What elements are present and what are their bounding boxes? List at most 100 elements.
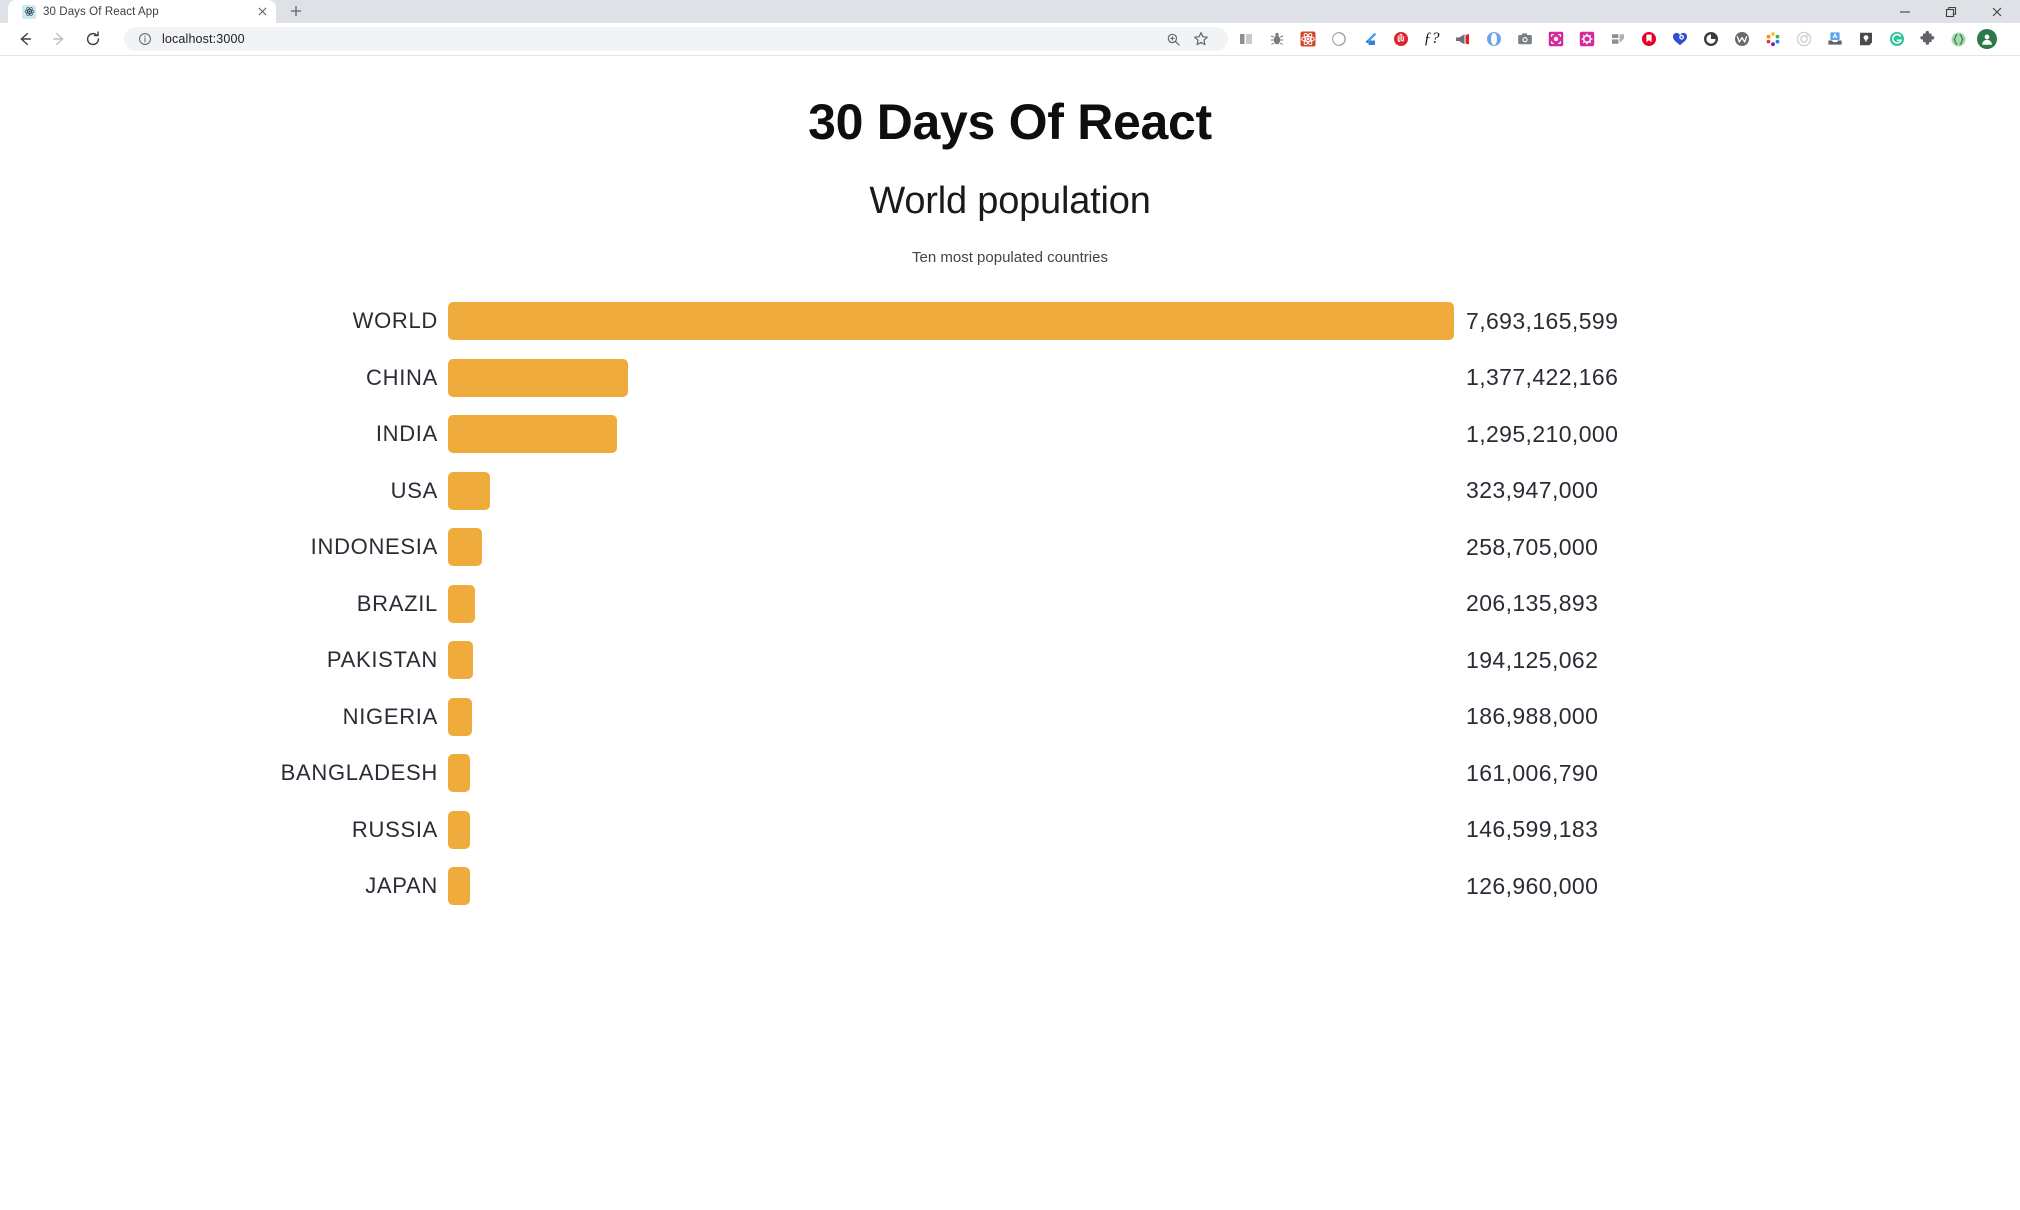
ghostery-icon[interactable] [1695, 25, 1726, 53]
chart-row-label: BANGLADESH [240, 760, 448, 786]
tab-strip: 30 Days Of React App [0, 0, 2020, 23]
browser-toolbar: localhost:3000 [0, 23, 2020, 56]
chart-row-value: 1,295,210,000 [1466, 421, 1618, 448]
split-screen-icon[interactable] [1230, 25, 1261, 53]
chart-row-label: INDIA [240, 421, 448, 447]
chart-row: BANGLADESH 161,006,790 [0, 745, 2020, 802]
star-icon[interactable] [1187, 25, 1214, 53]
chart-bar [448, 302, 1454, 340]
close-window-icon[interactable] [1974, 0, 2020, 23]
chart-bar [448, 359, 628, 397]
wappalyzer-icon[interactable] [1726, 25, 1757, 53]
chart-bar [448, 641, 473, 679]
chart-row-label: BRAZIL [240, 591, 448, 617]
camera-icon[interactable] [1509, 25, 1540, 53]
chart-bar [448, 698, 472, 736]
chart-row-value: 161,006,790 [1466, 760, 1598, 787]
circle-arrow-icon[interactable] [1323, 25, 1354, 53]
chart-row-label: JAPAN [240, 873, 448, 899]
chart-row-label: CHINA [240, 365, 448, 391]
font-download-icon[interactable] [1819, 25, 1850, 53]
chart-row-value: 323,947,000 [1466, 477, 1598, 504]
chart-row: NIGERIA186,988,000 [0, 689, 2020, 746]
restore-icon[interactable] [1928, 0, 1974, 23]
megaphone-icon[interactable] [1447, 25, 1478, 53]
react-devtools-icon[interactable] [1292, 25, 1323, 53]
tab-title: 30 Days Of React App [43, 6, 250, 18]
grammarly-icon[interactable] [1881, 25, 1912, 53]
pocket-bookmark-icon[interactable] [1633, 25, 1664, 53]
color-ring-icon[interactable] [1757, 25, 1788, 53]
forward-arrow-icon[interactable] [42, 24, 76, 54]
avatar[interactable] [1977, 29, 1997, 49]
chart-bar-track [448, 585, 1454, 623]
url-text[interactable]: localhost:3000 [162, 32, 245, 46]
omnibox-actions [1160, 25, 1214, 53]
chart-row: CHINA 1,377,422,166 [0, 350, 2020, 407]
address-bar[interactable]: localhost:3000 [124, 27, 1228, 51]
chart-bar-track [448, 867, 1454, 905]
page-note: Ten most populated countries [0, 249, 2020, 266]
chart-row-label: USA [240, 478, 448, 504]
chart-row-value: 206,135,893 [1466, 590, 1598, 617]
chart-bar [448, 754, 470, 792]
chart-row-value: 7,693,165,599 [1466, 308, 1618, 335]
json-braces-icon[interactable] [1943, 25, 1974, 53]
chart-row-label: NIGERIA [240, 704, 448, 730]
gray-corner-icon[interactable] [1602, 25, 1633, 53]
lightbulb-note-icon[interactable] [1850, 25, 1881, 53]
chart-row-value: 258,705,000 [1466, 534, 1598, 561]
browser-window: 30 Days Of React App [0, 0, 2020, 1210]
window-controls [1882, 0, 2020, 23]
bug-icon[interactable] [1261, 25, 1292, 53]
chart-bar-track [448, 641, 1454, 679]
chart-bar-track [448, 811, 1454, 849]
chart-row: INDONESIA 258,705,000 [0, 519, 2020, 576]
chart-bar [448, 415, 617, 453]
opera-circle-icon[interactable] [1478, 25, 1509, 53]
chart-bar [448, 472, 490, 510]
pink-gear-icon[interactable] [1571, 25, 1602, 53]
chart-bar-track [448, 754, 1454, 792]
chart-bar-track [448, 415, 1454, 453]
blue-heart-pin-icon[interactable] [1664, 25, 1695, 53]
reload-icon[interactable] [76, 24, 110, 54]
chart-bar [448, 528, 482, 566]
extensions-bar: ƒ? [1230, 25, 1997, 53]
browser-tab[interactable]: 30 Days Of React App [8, 0, 276, 23]
chart-row-value: 1,377,422,166 [1466, 364, 1618, 391]
close-icon[interactable] [254, 4, 270, 20]
chart-bar-track [448, 359, 1454, 397]
chart-row-label: INDONESIA [240, 534, 448, 560]
minimize-icon[interactable] [1882, 0, 1928, 23]
pink-frame-icon[interactable] [1540, 25, 1571, 53]
chart-row: PAKISTAN194,125,062 [0, 632, 2020, 689]
chart-row: INDIA 1,295,210,000 [0, 406, 2020, 463]
new-tab-button[interactable] [283, 1, 309, 21]
site-info-icon[interactable] [138, 32, 152, 46]
target-ring-icon[interactable] [1788, 25, 1819, 53]
page-subtitle: World population [0, 180, 2020, 223]
chart-row: BRAZIL 206,135,893 [0, 576, 2020, 633]
chart-row: USA 323,947,000 [0, 463, 2020, 520]
chart-bar-track [448, 698, 1454, 736]
chart-row-value: 194,125,062 [1466, 647, 1598, 674]
chart-bar-track [448, 472, 1454, 510]
chart-bar-track [448, 302, 1454, 340]
zoom-in-icon[interactable] [1160, 25, 1187, 53]
chart-row: RUSSIA 146,599,183 [0, 802, 2020, 859]
chart-row: JAPAN 126,960,000 [0, 858, 2020, 915]
puzzle-icon[interactable] [1912, 25, 1943, 53]
back-arrow-icon[interactable] [8, 24, 42, 54]
chart-row-label: RUSSIA [240, 817, 448, 843]
chart-bar [448, 585, 475, 623]
chart-row-value: 146,599,183 [1466, 816, 1598, 843]
population-bar-chart: WORLD 7,693,165,599 CHINA 1,377,422,166 INDI… [0, 293, 2020, 915]
adblock-stop-icon[interactable] [1385, 25, 1416, 53]
chart-row-value: 126,960,000 [1466, 873, 1598, 900]
page-title: 30 Days Of React [0, 93, 2020, 151]
chart-row-label: WORLD [240, 308, 448, 334]
chart-row: WORLD 7,693,165,599 [0, 293, 2020, 350]
font-inspector-icon[interactable]: ƒ? [1416, 25, 1447, 53]
color-picker-icon[interactable] [1354, 25, 1385, 53]
